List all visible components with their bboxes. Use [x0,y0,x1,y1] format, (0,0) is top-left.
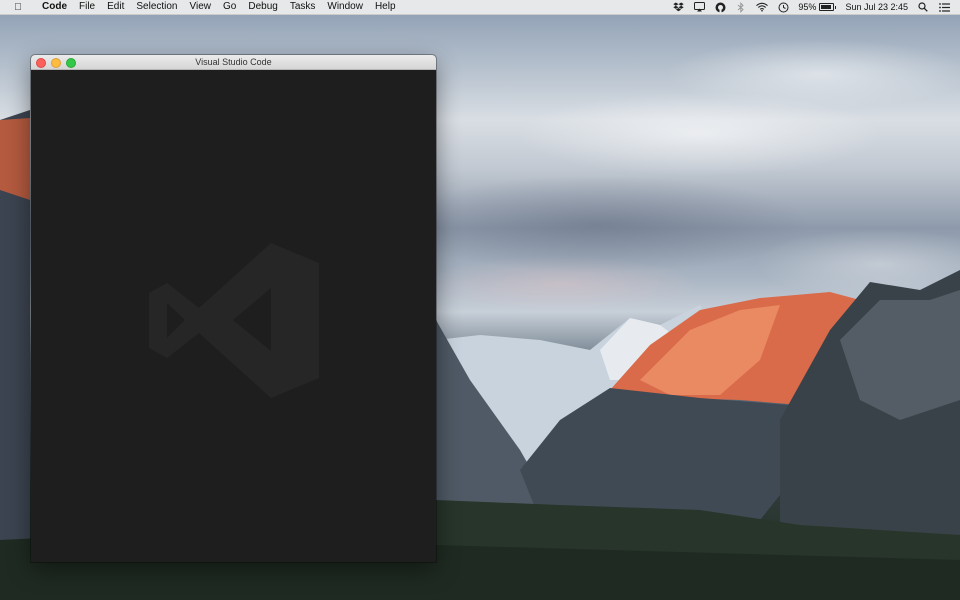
battery-percent: 95% [798,2,817,12]
notification-center-icon[interactable] [938,1,950,13]
window-close-button[interactable] [36,58,46,68]
menu-selection[interactable]: Selection [130,0,183,14]
menu-go[interactable]: Go [217,0,242,14]
apple-menu-icon[interactable]:  [12,2,24,13]
menu-tasks[interactable]: Tasks [284,0,322,14]
battery-indicator[interactable]: 95% [798,2,837,12]
window-maximize-button[interactable] [66,58,76,68]
airplay-icon[interactable] [693,1,705,13]
wifi-icon[interactable] [756,1,769,13]
bluetooth-icon[interactable] [735,1,747,13]
window-title: Visual Studio Code [195,57,272,67]
menubar-clock[interactable]: Sun Jul 23 2:45 [845,2,908,12]
menu-bar:  Code File Edit Selection View Go Debug… [0,0,960,15]
window-minimize-button[interactable] [51,58,61,68]
vscode-logo-watermark [149,243,319,398]
menu-help[interactable]: Help [369,0,402,14]
menu-window[interactable]: Window [321,0,369,14]
menu-view[interactable]: View [184,0,218,14]
desktop:  Code File Edit Selection View Go Debug… [0,0,960,600]
window-controls [36,58,76,68]
window-titlebar[interactable]: Visual Studio Code [31,55,436,70]
menu-file[interactable]: File [73,0,101,14]
editor-empty-area[interactable] [31,70,436,562]
time-machine-icon[interactable] [777,1,789,13]
menu-edit[interactable]: Edit [101,0,130,14]
battery-icon [819,3,835,11]
dropbox-icon[interactable] [672,1,684,13]
search-icon[interactable] [917,1,929,13]
sync-icon[interactable] [714,1,726,13]
vscode-window: Visual Studio Code [31,55,436,562]
menu-debug[interactable]: Debug [242,0,283,14]
menu-app-name[interactable]: Code [36,0,73,14]
